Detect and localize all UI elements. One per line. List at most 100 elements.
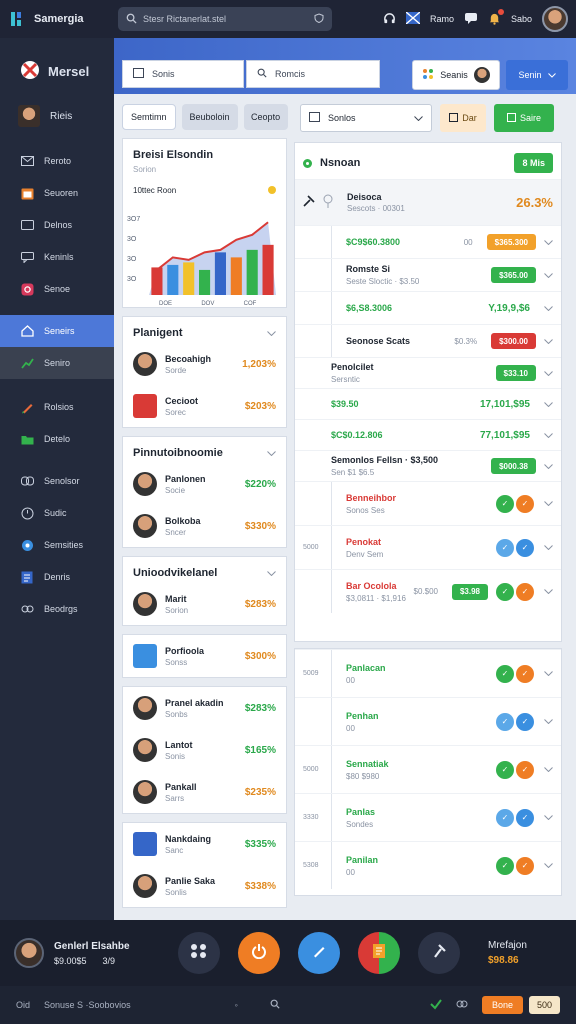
notification-bell-icon[interactable] [488,8,504,27]
segment-1[interactable]: Beuboloin [181,104,238,130]
flag-icon[interactable] [405,11,421,26]
chevron-down-icon[interactable] [267,327,276,339]
chart-bar[interactable] [183,262,195,295]
status-button-1[interactable]: Bone [481,996,523,1014]
sidebar-item-5[interactable]: Rolsios [0,391,114,423]
status-circles[interactable]: ✓ ✓ [496,582,534,601]
table-row[interactable]: Penolcilet Sersntic $33.10 [295,357,561,388]
user-avatar[interactable] [542,6,568,32]
table-row[interactable]: Semonlos Fellsn · $3,500 Sen $1 $6.5 $000.… [295,450,561,481]
top-label-2[interactable]: Sabo [511,14,532,24]
filter-select[interactable]: Sonlos [300,104,432,132]
sidebar-user[interactable]: Rieis [0,83,114,127]
sidebar-item-6[interactable]: Detelo [0,423,114,455]
status-circles[interactable]: ✓ ✓ [496,494,534,513]
chevron-icon[interactable] [544,542,553,553]
chevron-icon[interactable] [544,430,553,441]
chevron-icon[interactable] [544,812,553,823]
sidebar-item-3[interactable]: Keninls [0,241,114,273]
profile-chip[interactable]: Seanis [412,60,500,90]
status-circles[interactable]: ✓ ✓ [496,664,534,683]
tools-button[interactable] [418,932,460,974]
top-label-1[interactable]: Ramo [430,14,454,24]
chevron-icon[interactable] [544,716,553,727]
list-card-header[interactable]: Pinnutoibnoomie [123,437,286,463]
table-row[interactable]: $39.50 17,101,$95 [295,388,561,419]
pill-date[interactable]: Dar [440,104,486,132]
status-circles[interactable]: ✓ ✓ [496,856,534,875]
sidebar-item-1[interactable]: Seuoren [0,177,114,209]
chevron-icon[interactable] [544,860,553,871]
row-tag[interactable]: $000.38 [491,458,536,474]
table-row[interactable]: $C9$60.3800 00 $365.300 [295,225,561,258]
table-row[interactable]: 3330 Panlas Sondes ✓ ✓ [295,793,561,841]
chevron-icon[interactable] [544,586,553,597]
table-row[interactable]: Bar Ocolola $3,0811 · $1,916 $0.$00 $3.98 ✓ ✓ [295,569,561,613]
sidebar-item-2[interactable]: Delnos [0,209,114,241]
row-tag[interactable]: $365.300 [486,234,536,250]
panel-tag[interactable]: 8 Mis [514,153,553,173]
list-item[interactable]: Lantot Sonis $165% [123,729,286,771]
chart-bar[interactable] [262,244,274,295]
list-item[interactable]: Cecioot Sorec $203% [123,385,286,427]
status-circles[interactable]: ✓ ✓ [496,808,534,827]
sidebar-item-8[interactable]: Sudic [0,497,114,529]
power-button[interactable] [238,932,280,974]
pill-save[interactable]: Saire [494,104,554,132]
sidebar-item-4[interactable]: Senoe [0,273,114,305]
list-card-header[interactable]: Planigent [123,317,286,343]
sidebar-item-10[interactable]: Denris [0,561,114,593]
sidebar-item-9[interactable]: Semsities [0,529,114,561]
sidebar-brand[interactable]: Mersel [0,38,114,83]
notes-button[interactable] [358,932,400,974]
table-row[interactable]: Penhan 00 ✓ ✓ [295,697,561,745]
header-input-1[interactable]: Sonis [122,60,244,88]
chart-bar[interactable] [199,269,211,295]
chevron-icon[interactable] [544,668,553,679]
list-item[interactable]: Pankall Sarrs $235% [123,771,286,813]
sidebar-item-sub[interactable]: Seniro [0,347,114,379]
segment-0[interactable]: Semtimn [122,104,176,130]
header-input-2[interactable]: Romcis [246,60,380,88]
sidebar-item-0[interactable]: Reroto [0,145,114,177]
chevron-icon[interactable] [544,399,553,410]
list-card-header[interactable]: Unioodvikelanel [123,557,286,583]
search-icon[interactable] [270,999,280,1011]
headset-icon[interactable] [383,12,396,27]
list-item[interactable]: Panlie Saka Sonlis $338% [123,865,286,907]
table-row[interactable]: 5000 Sennatiak $80 $980 ✓ ✓ [295,745,561,793]
row-tag[interactable]: $33.10 [495,365,536,381]
table-row[interactable]: Benneihbor Sonos Ses ✓ ✓ [295,481,561,525]
table-row[interactable]: $6,S8.3006 Y,19,9,$6 [295,291,561,324]
chevron-icon[interactable] [544,270,553,281]
chevron-down-icon[interactable] [267,447,276,459]
table-row[interactable]: 5000 Penokat Denv Sem ✓ ✓ [295,525,561,569]
list-item[interactable]: Panlonen Socie $220% [123,463,286,505]
chevron-down-icon[interactable] [267,567,276,579]
row-tag[interactable]: $3.98 [451,583,488,600]
status-circles[interactable]: ✓ ✓ [496,760,534,779]
list-item[interactable]: Marit Sorion $283% [123,583,286,625]
list-item[interactable]: Porfioola Sonss $300% [123,635,286,677]
sidebar-item-11[interactable]: Beodrgs [0,593,114,625]
chevron-icon[interactable] [544,237,553,248]
panel-first-row[interactable]: Deisoca Sescots · 00301 26.3% [295,179,561,225]
chat-icon[interactable] [464,12,478,26]
chevron-icon[interactable] [544,461,553,472]
header-action-button[interactable]: Senin [506,60,568,90]
segment-2[interactable]: Ceopto [243,104,288,130]
chart-bar[interactable] [246,249,258,295]
chart-bar[interactable] [151,267,163,295]
apps-button[interactable] [178,932,220,974]
chevron-icon[interactable] [544,368,553,379]
sidebar-item-active[interactable]: Seneirs [0,315,114,347]
list-item[interactable]: Nankdaing Sanc $335% [123,823,286,865]
chart-bar[interactable] [167,264,179,295]
chart-bar[interactable] [214,252,226,295]
bottom-user-avatar[interactable] [14,938,44,968]
chevron-icon[interactable] [544,303,553,314]
check-shield-icon[interactable] [430,998,442,1012]
list-item[interactable]: Pranel akadin Sonbs $283% [123,687,286,729]
edit-button[interactable] [298,932,340,974]
table-row[interactable]: $C$0.12.806 77,101,$95 [295,419,561,450]
